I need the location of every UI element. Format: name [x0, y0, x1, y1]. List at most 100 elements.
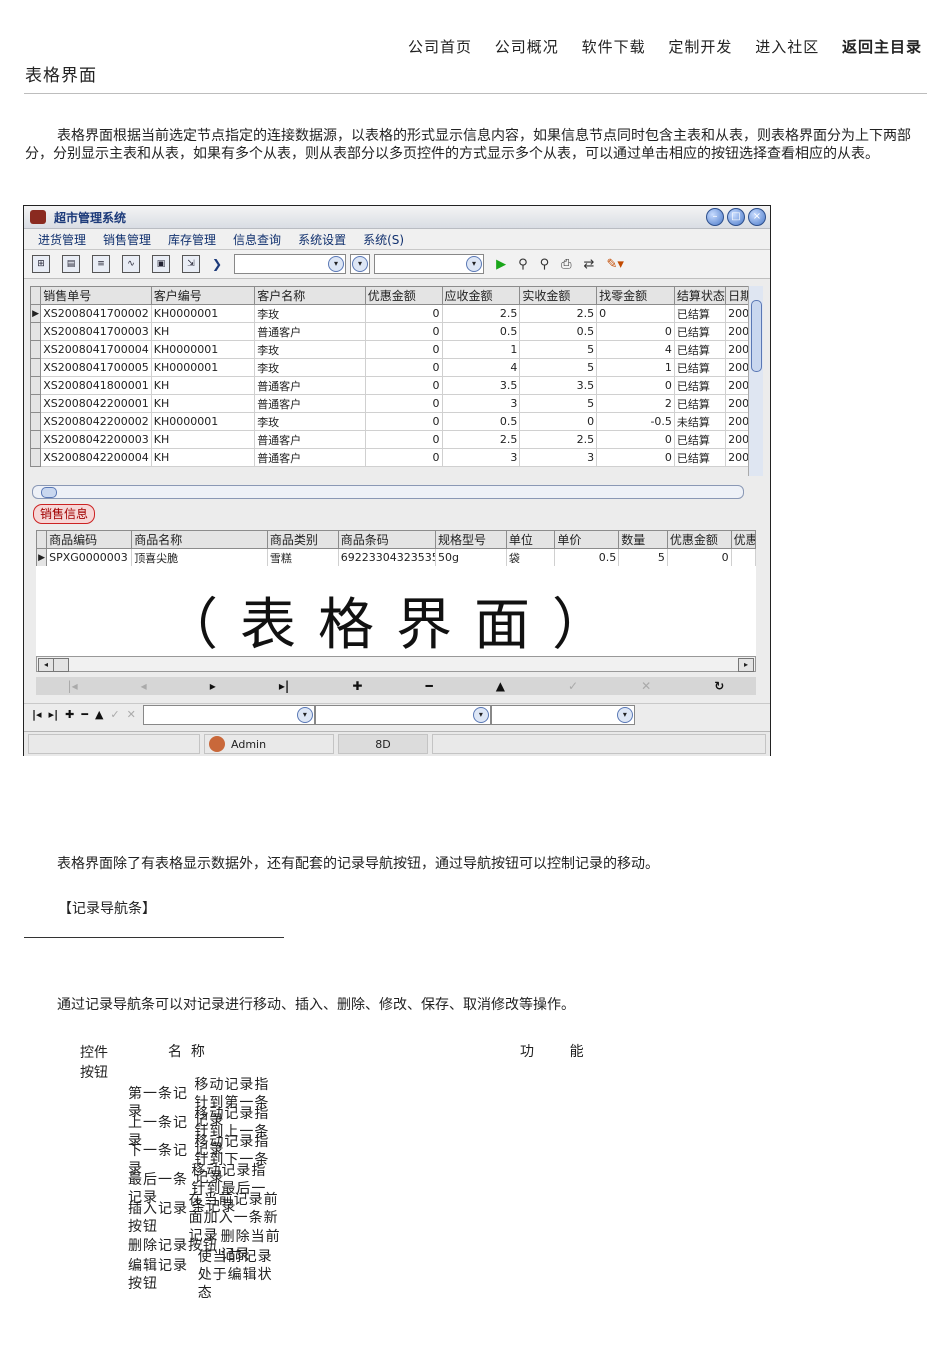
menu-system[interactable]: 系统(S): [363, 231, 404, 248]
table-cell[interactable]: 5: [519, 358, 598, 377]
table-cell[interactable]: KH: [150, 394, 256, 413]
table-cell[interactable]: 已结算: [673, 430, 727, 449]
table-cell[interactable]: 李玫: [254, 340, 366, 359]
table-cell[interactable]: 0: [364, 430, 443, 449]
form-icon[interactable]: ▤: [62, 255, 80, 273]
table-cell[interactable]: 1: [441, 340, 521, 359]
preview-icon[interactable]: ⎙: [561, 257, 571, 272]
table-cell[interactable]: 3.5: [441, 376, 521, 395]
tab-sales-info[interactable]: 销售信息: [33, 504, 96, 524]
table-cell[interactable]: 0: [364, 340, 443, 359]
nav-link-download[interactable]: 软件下载: [582, 38, 646, 56]
maximize-icon[interactable]: □: [727, 208, 745, 226]
table-cell[interactable]: KH: [150, 376, 256, 395]
table-row[interactable]: XS2008042200004 KH 普通客户 0 3 3 0 已结算 2008-: [29, 448, 762, 467]
detail-column-header[interactable]: 商品类别: [266, 530, 339, 549]
table-cell[interactable]: XS2008041700003: [40, 322, 152, 341]
table-cell[interactable]: 1: [596, 358, 675, 377]
first-record-icon[interactable]: |◂: [32, 708, 42, 721]
cancel-record-icon[interactable]: ✕: [641, 679, 651, 693]
master-column-header[interactable]: 找零金额: [596, 286, 675, 305]
master-column-header[interactable]: 应收金额: [441, 286, 521, 305]
table-cell[interactable]: 5: [618, 548, 668, 567]
table-cell[interactable]: 0.5: [441, 322, 521, 341]
refresh-record-icon[interactable]: ↻: [714, 679, 724, 693]
detail-column-header[interactable]: 数量: [618, 530, 668, 549]
menu-sales[interactable]: 销售管理: [103, 231, 151, 248]
table-cell[interactable]: 普通客户: [254, 394, 366, 413]
arrow-right-icon[interactable]: ❯: [212, 257, 222, 271]
insert-record-icon[interactable]: ✚: [352, 679, 362, 693]
table-row[interactable]: XS2008041700005 KH0000001 李玫 0 4 5 1 已结算 2008-: [29, 358, 762, 377]
scroll-thumb[interactable]: [41, 487, 57, 498]
detail-column-header[interactable]: 规格型号: [434, 530, 507, 549]
master-column-header[interactable]: 实收金额: [519, 286, 598, 305]
table-cell[interactable]: KH0000001: [150, 412, 256, 431]
table-cell[interactable]: 未结算: [673, 412, 727, 431]
next-record-icon[interactable]: ▸: [210, 679, 216, 693]
detail-column-header[interactable]: 商品编码: [46, 530, 133, 549]
table-cell[interactable]: 3.5: [519, 376, 598, 395]
table-cell[interactable]: 3: [519, 448, 598, 467]
table-cell[interactable]: 普通客户: [254, 376, 366, 395]
master-column-header[interactable]: 优惠金额: [364, 286, 443, 305]
table-cell[interactable]: 李玫: [254, 412, 366, 431]
table-cell[interactable]: 袋: [505, 548, 556, 567]
master-horizontal-scrollbar[interactable]: [32, 485, 744, 499]
nav-link-home[interactable]: 公司首页: [408, 38, 472, 56]
table-cell[interactable]: KH0000001: [150, 358, 256, 377]
table-cell[interactable]: 0: [596, 322, 675, 341]
menu-settings[interactable]: 系统设置: [298, 231, 346, 248]
post-record-icon[interactable]: ✓: [110, 708, 119, 721]
detail-column-header[interactable]: 优惠: [730, 530, 757, 549]
table-cell[interactable]: 普通客户: [254, 430, 366, 449]
cancel-record-icon[interactable]: ✕: [127, 708, 136, 721]
chart-icon[interactable]: ∿: [122, 255, 140, 273]
table-cell[interactable]: 0: [596, 430, 675, 449]
table-cell[interactable]: XS2008041700005: [40, 358, 152, 377]
tree-icon[interactable]: ⊞: [32, 255, 50, 273]
filter-combo-3[interactable]: ▾: [490, 704, 635, 725]
table-cell[interactable]: 顶喜尖脆: [131, 548, 268, 567]
filter-combo-1[interactable]: ▾: [142, 704, 315, 725]
table-cell[interactable]: 3: [441, 448, 521, 467]
table-cell[interactable]: 0: [364, 412, 443, 431]
table-cell[interactable]: KH0000001: [150, 304, 256, 323]
table-cell[interactable]: [730, 548, 757, 567]
table-cell[interactable]: 5: [519, 394, 598, 413]
scroll-right-icon[interactable]: ▸: [738, 658, 754, 672]
table-cell[interactable]: 0: [364, 376, 443, 395]
table-cell[interactable]: 0: [519, 412, 598, 431]
export-icon[interactable]: ⇲: [182, 255, 200, 273]
table-row[interactable]: ▶ XS2008041700002 KH0000001 李玫 0 2.5 2.5 0 已结算 20…: [29, 304, 762, 323]
toolbar-combo-3[interactable]: ▾: [374, 254, 485, 274]
table-cell[interactable]: 雪糕: [266, 548, 339, 567]
table-cell[interactable]: XS2008041800001: [40, 376, 152, 395]
table-row[interactable]: XS2008042200003 KH 普通客户 0 2.5 2.5 0 已结算 2008-: [29, 430, 762, 449]
delete-record-icon[interactable]: ━: [425, 679, 432, 693]
table-cell[interactable]: 0: [596, 376, 675, 395]
menu-purchase[interactable]: 进货管理: [38, 231, 86, 248]
detail-column-header[interactable]: 商品条码: [337, 530, 436, 549]
table-cell[interactable]: 已结算: [673, 394, 727, 413]
table-cell[interactable]: 50g: [434, 548, 507, 567]
nav-link-custom-dev[interactable]: 定制开发: [668, 38, 732, 56]
find-next-icon[interactable]: ⚲: [540, 257, 550, 272]
table-row[interactable]: XS2008042200001 KH 普通客户 0 3 5 2 已结算 2008-: [29, 394, 762, 413]
detail-column-header[interactable]: 单价: [554, 530, 620, 549]
table-row[interactable]: ▶ SPXG0000003 顶喜尖脆 雪糕 69223304323535 50g 袋 0.5 5…: [35, 548, 757, 567]
master-column-header[interactable]: 结算状态: [673, 286, 727, 305]
table-cell[interactable]: 普通客户: [254, 322, 366, 341]
table-cell[interactable]: KH0000001: [150, 340, 256, 359]
insert-record-icon[interactable]: ✚: [65, 708, 74, 721]
table-cell[interactable]: 0: [364, 394, 443, 413]
next-record-icon[interactable]: ▸|: [49, 708, 59, 721]
table-row[interactable]: XS2008041700003 KH 普通客户 0 0.5 0.5 0 已结算 2008-: [29, 322, 762, 341]
master-column-header[interactable]: 客户编号: [150, 286, 256, 305]
master-column-header[interactable]: 销售单号: [40, 286, 152, 305]
last-record-icon[interactable]: ▸|: [279, 679, 289, 693]
table-cell[interactable]: 已结算: [673, 304, 727, 323]
table-cell[interactable]: 李玫: [254, 358, 366, 377]
table-cell[interactable]: 0: [364, 322, 443, 341]
table-cell[interactable]: 2.5: [519, 304, 598, 323]
